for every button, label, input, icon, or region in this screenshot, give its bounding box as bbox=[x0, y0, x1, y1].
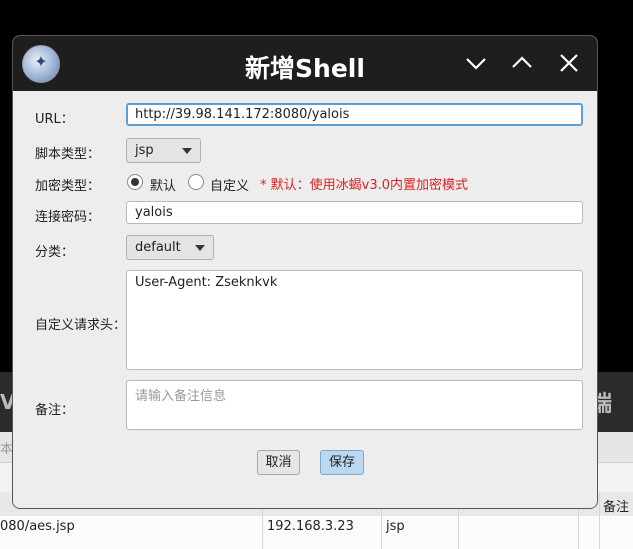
encrypt-note: * 默认：使用冰蝎v3.0内置加密模式 bbox=[260, 178, 469, 193]
encrypt-custom-label[interactable]: 自定义 bbox=[210, 175, 249, 194]
remark-label: 备注： bbox=[35, 403, 75, 418]
headers-label: 自定义请求头： bbox=[35, 318, 127, 333]
encrypt-default-radio[interactable] bbox=[127, 174, 143, 190]
password-input[interactable]: yalois bbox=[126, 201, 583, 224]
category-label: 分类： bbox=[35, 245, 75, 260]
url-label: URL： bbox=[35, 112, 74, 127]
encrypt-custom-radio[interactable] bbox=[188, 174, 204, 190]
save-button[interactable]: 保存 bbox=[320, 450, 364, 475]
cell-ip: 192.168.3.23 bbox=[267, 519, 354, 534]
script-type-select[interactable]: jsp bbox=[126, 138, 201, 163]
chevron-down-icon bbox=[182, 148, 192, 154]
minimize-button[interactable] bbox=[463, 50, 489, 76]
encrypt-type-label: 加密类型： bbox=[35, 179, 101, 194]
script-type-value: jsp bbox=[135, 143, 154, 158]
chevron-down-icon bbox=[195, 245, 205, 251]
maximize-button[interactable] bbox=[509, 50, 535, 76]
password-label: 连接密码： bbox=[35, 210, 101, 225]
category-select[interactable]: default bbox=[126, 235, 214, 260]
remark-textarea[interactable]: 请输入备注信息 bbox=[126, 380, 583, 430]
cancel-button[interactable]: 取消 bbox=[257, 450, 300, 475]
encrypt-default-label[interactable]: 默认 bbox=[150, 175, 176, 194]
add-shell-dialog: ✦ 新增Shell URL： http://39.98.141.172:8080… bbox=[12, 35, 598, 509]
table-row[interactable]: 080/aes.jsp 192.168.3.23 jsp bbox=[0, 516, 633, 549]
script-type-label: 脚本类型： bbox=[35, 147, 101, 162]
close-button[interactable] bbox=[556, 50, 582, 76]
title-bar[interactable]: ✦ 新增Shell bbox=[13, 36, 597, 91]
cell-url: 080/aes.jsp bbox=[0, 519, 75, 534]
dialog-body: URL： http://39.98.141.172:8080/yalois 脚本… bbox=[13, 91, 597, 508]
url-input[interactable]: http://39.98.141.172:8080/yalois bbox=[126, 103, 583, 126]
category-value: default bbox=[135, 240, 181, 255]
column-divider bbox=[599, 492, 600, 549]
column-remark[interactable]: 备注 bbox=[603, 496, 629, 515]
headers-textarea[interactable]: User-Agent: Zseknkvk bbox=[126, 270, 583, 370]
cell-type: jsp bbox=[386, 519, 405, 534]
